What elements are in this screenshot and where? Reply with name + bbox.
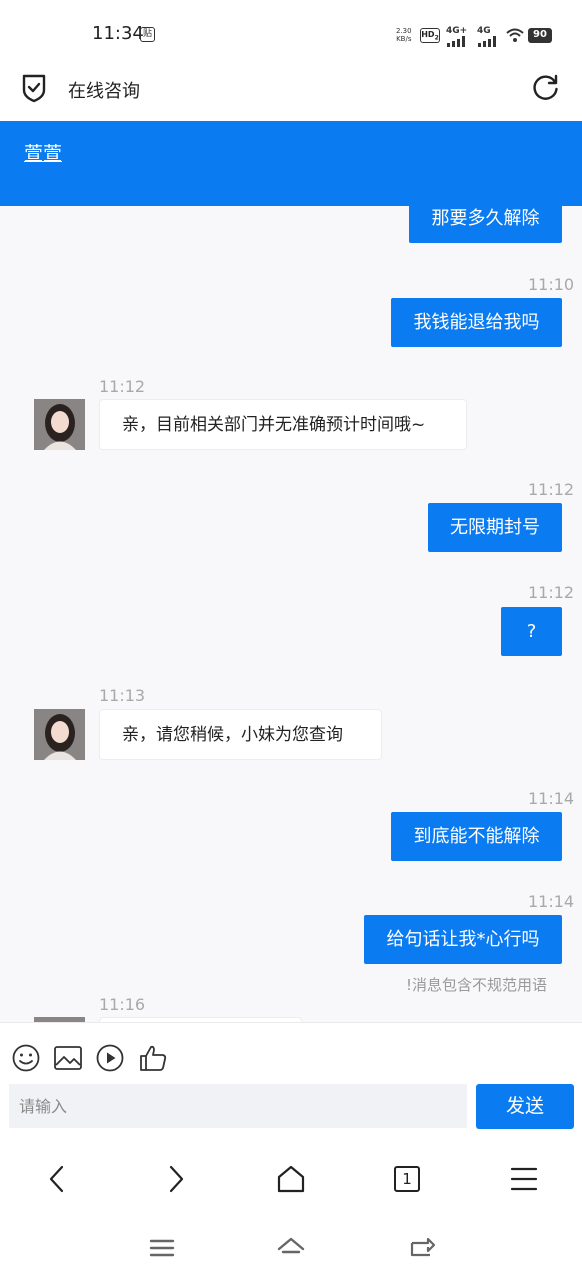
network-speed: 2.30 KB/s — [396, 27, 412, 43]
system-nav-bar — [0, 1218, 582, 1280]
message-time: 11:14 — [528, 892, 575, 911]
tabs-icon[interactable]: 1 — [390, 1162, 424, 1196]
message-bubble-incoming[interactable]: 亲，请您稍候，小妹为您查询 — [99, 709, 382, 760]
forward-icon[interactable] — [158, 1162, 192, 1196]
recent-apps-icon[interactable] — [147, 1233, 177, 1263]
agent-avatar[interactable] — [34, 709, 85, 760]
chat-messages[interactable]: 那要多久解除 11:10 我钱能退给我吗 11:12 亲，目前相关部门并无准确预… — [0, 206, 582, 1022]
message-time: 11:13 — [99, 686, 146, 705]
message-bubble-outgoing[interactable]: ? — [501, 607, 562, 656]
message-warning: !消息包含不规范用语 — [406, 976, 548, 994]
status-time: 11:34 — [92, 23, 144, 44]
system-home-icon[interactable] — [276, 1233, 306, 1263]
message-time: 11:12 — [528, 480, 575, 499]
system-back-icon[interactable] — [408, 1233, 438, 1263]
message-bubble-outgoing[interactable]: 那要多久解除 — [409, 206, 562, 243]
message-input[interactable] — [9, 1084, 467, 1128]
refresh-icon[interactable] — [532, 73, 560, 101]
agent-name[interactable]: 萱萱 — [24, 139, 62, 166]
message-time: 11:10 — [528, 275, 575, 294]
signal-4g-icon: 4G — [477, 26, 497, 47]
message-time: 11:12 — [528, 583, 575, 602]
status-bar: 11:34 贴 2.30 KB/s HD2 4G+ 4G 90 — [0, 0, 582, 62]
wifi-icon — [506, 28, 524, 42]
battery-icon: 90 — [528, 28, 552, 43]
message-time: 11:16 — [99, 995, 146, 1014]
paste-notification-icon: 贴 — [140, 27, 155, 42]
emoji-icon[interactable] — [11, 1043, 41, 1073]
message-bubble-incoming[interactable]: 亲，目前相关部门并无准确预计时间哦~ — [99, 399, 467, 450]
signal-4g-plus-icon: 4G+ — [446, 26, 467, 47]
image-icon[interactable] — [53, 1043, 83, 1073]
thumbs-up-icon[interactable] — [138, 1043, 168, 1073]
message-bubble-outgoing[interactable]: 我钱能退给我吗 — [391, 298, 562, 347]
page-title: 在线咨询 — [68, 81, 140, 102]
message-bubble-outgoing[interactable]: 给句话让我*心行吗 — [364, 915, 562, 964]
video-icon[interactable] — [95, 1043, 125, 1073]
home-icon[interactable] — [274, 1162, 308, 1196]
message-time: 11:12 — [99, 377, 146, 396]
send-button[interactable]: 发送 — [476, 1084, 574, 1129]
message-time: 11:14 — [528, 789, 575, 808]
message-bubble-outgoing[interactable]: 到底能不能解除 — [391, 812, 562, 861]
shield-check-icon — [22, 74, 46, 103]
back-icon[interactable] — [41, 1162, 75, 1196]
chat-header: 萱萱 — [0, 121, 582, 206]
app-bar: 在线咨询 — [0, 62, 582, 120]
menu-icon[interactable] — [507, 1162, 541, 1196]
message-bubble-outgoing[interactable]: 无限期封号 — [428, 503, 562, 552]
browser-nav-bar: 1 — [0, 1140, 582, 1218]
hd-voice-icon: HD2 — [420, 28, 440, 43]
agent-avatar[interactable] — [34, 399, 85, 450]
compose-toolbar: 发送 — [0, 1022, 582, 1140]
